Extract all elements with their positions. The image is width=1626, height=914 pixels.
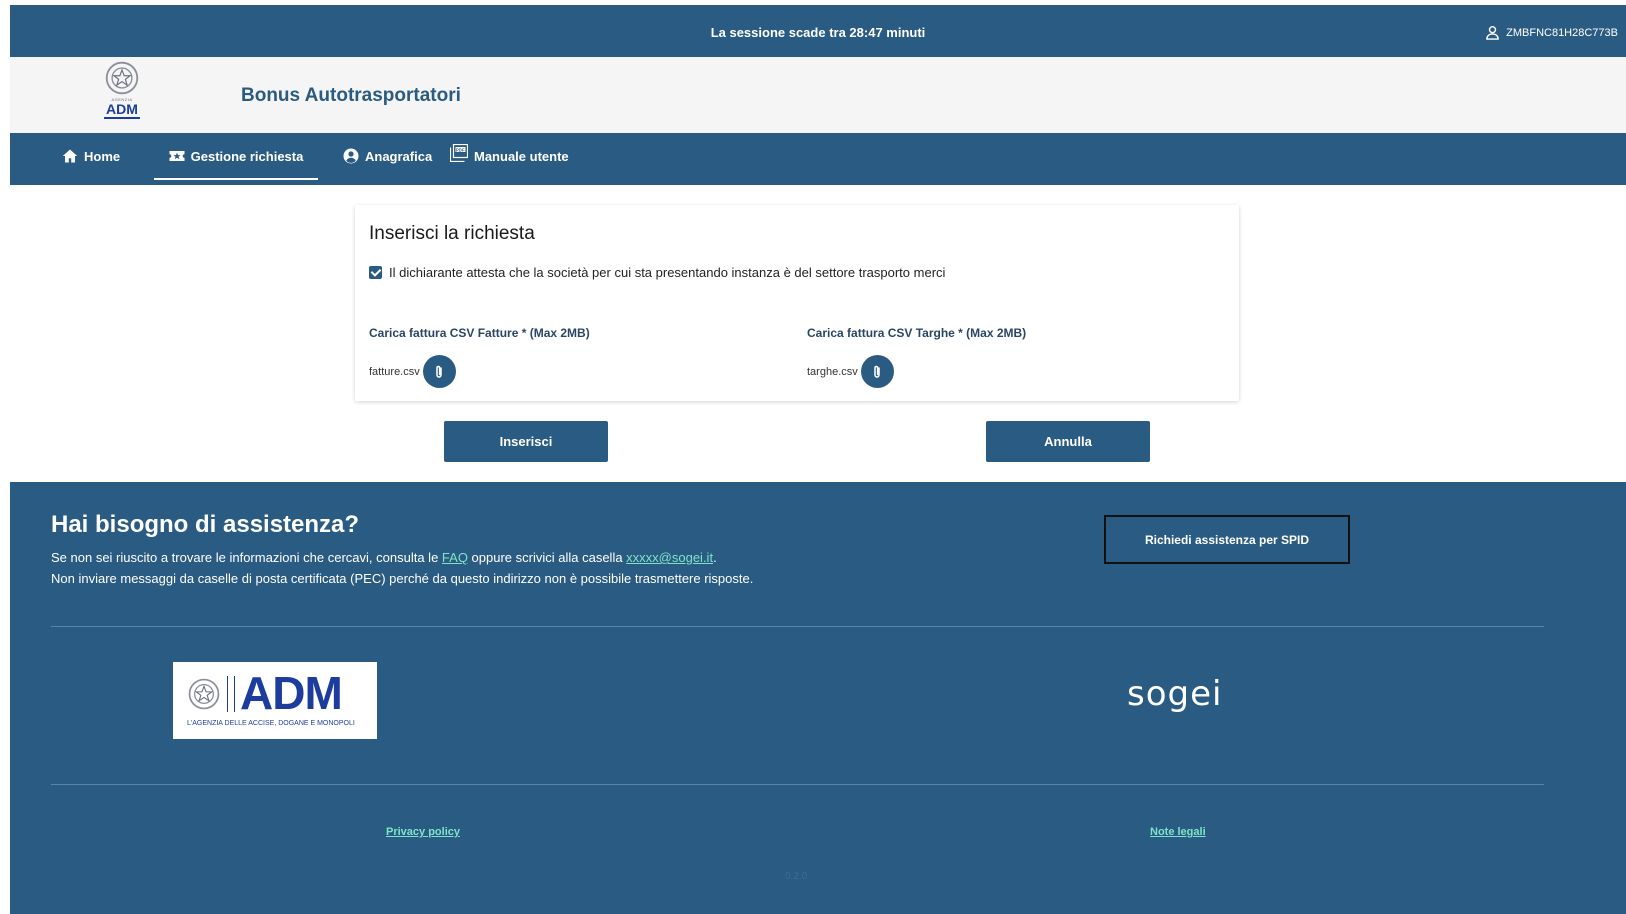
nav-home[interactable]: Home [62, 133, 120, 179]
sector-attestation[interactable]: Il dichiarante attesta che la società pe… [369, 265, 945, 280]
adm-footer-logo-text: ADM [240, 667, 343, 719]
user-menu[interactable]: ZMBFNC81H28C773B [1485, 25, 1618, 40]
ticket-icon [169, 151, 185, 161]
paperclip-icon [436, 365, 442, 378]
app-title: Bonus Autotrasportatori [241, 85, 461, 106]
adm-footer-logo[interactable]: ADM L'AGENZIA DELLE ACCISE, DOGANE E MON… [173, 662, 377, 739]
user-icon [1486, 25, 1499, 40]
app-frame: La sessione scade tra 28:47 minuti ZMBFN… [10, 5, 1626, 914]
emblem-icon [105, 61, 139, 95]
svg-text:PDF: PDF [456, 147, 465, 152]
brand-header: AGENZIA ADM Bonus Autotrasportatori [10, 57, 1626, 133]
sogei-logo[interactable]: sogei [1127, 674, 1222, 714]
nav-gestione-richiesta[interactable]: Gestione richiesta [154, 133, 318, 180]
nav-manuale-utente[interactable]: PDF Manuale utente [450, 133, 569, 179]
attestation-label: Il dichiarante attesta che la società pe… [389, 265, 946, 280]
account-icon [343, 148, 359, 164]
logo-divider [227, 676, 235, 712]
session-timer: La sessione scade tra 28:47 minuti [710, 25, 926, 40]
upload-invoices-field: fatture.csv [369, 355, 456, 388]
nav-gestione-label: Gestione richiesta [190, 148, 304, 164]
legal-notes-link[interactable]: Note legali [1150, 826, 1206, 838]
app-version: 0.2.0 [785, 871, 808, 882]
upload-plates-label: Carica fattura CSV Targhe * (Max 2MB) [807, 326, 1027, 340]
emblem-icon [188, 678, 220, 710]
invoices-file-name: fatture.csv [369, 365, 420, 378]
logo-underline [104, 117, 140, 119]
help-text: Se non sei riuscito a trovare le informa… [51, 547, 753, 589]
submit-button[interactable]: Inserisci [444, 421, 608, 462]
attach-plates-button[interactable] [860, 355, 894, 388]
help-title: Hai bisogno di assistenza? [51, 511, 360, 538]
nav-manuale-label: Manuale utente [474, 148, 569, 164]
session-bar: La sessione scade tra 28:47 minuti ZMBFN… [10, 5, 1626, 57]
help-line-1: Se non sei riuscito a trovare le informa… [51, 547, 753, 568]
adm-footer-logo-subtitle: L'AGENZIA DELLE ACCISE, DOGANE E MONOPOL… [187, 720, 355, 727]
nav-anagrafica[interactable]: Anagrafica [343, 133, 432, 179]
attestation-checkbox[interactable] [369, 266, 382, 279]
upload-invoices-label: Carica fattura CSV Fatture * (Max 2MB) [369, 326, 590, 340]
spid-assistance-button[interactable]: Richiedi assistenza per SPID [1104, 515, 1350, 564]
upload-plates-field: targhe.csv [807, 355, 894, 388]
help-line-1-start: Se non sei riuscito a trovare le informa… [51, 550, 442, 565]
request-form-card: Inserisci la richiesta Il dichiarante at… [355, 205, 1239, 401]
logo-text: ADM [106, 101, 138, 117]
footer-divider [51, 626, 1544, 627]
help-line-1-end: . [713, 550, 717, 565]
adm-logo[interactable]: AGENZIA ADM [102, 59, 142, 131]
help-line-2: Non inviare messaggi da caselle di posta… [51, 571, 754, 586]
footer-divider-2 [51, 784, 1544, 785]
faq-link[interactable]: FAQ [442, 550, 468, 565]
nav-anagrafica-label: Anagrafica [365, 148, 433, 164]
pdf-icon: PDF [450, 144, 468, 162]
plates-file-name: targhe.csv [807, 365, 858, 378]
attach-invoices-button[interactable] [422, 355, 456, 388]
support-email-link[interactable]: xxxxx@sogei.it [626, 550, 713, 565]
user-code: ZMBFNC81H28C773B [1506, 26, 1618, 39]
form-title: Inserisci la richiesta [369, 223, 535, 244]
privacy-policy-link[interactable]: Privacy policy [386, 826, 460, 838]
main-nav: Home Gestione richiesta Anagrafica PDF M… [10, 133, 1626, 185]
paperclip-icon [874, 365, 880, 378]
home-icon [62, 149, 78, 163]
footer: Hai bisogno di assistenza? Se non sei ri… [10, 482, 1626, 914]
help-line-1-middle: oppure scrivici alla casella [467, 550, 627, 565]
nav-home-label: Home [84, 148, 121, 164]
cancel-button[interactable]: Annulla [986, 421, 1150, 462]
